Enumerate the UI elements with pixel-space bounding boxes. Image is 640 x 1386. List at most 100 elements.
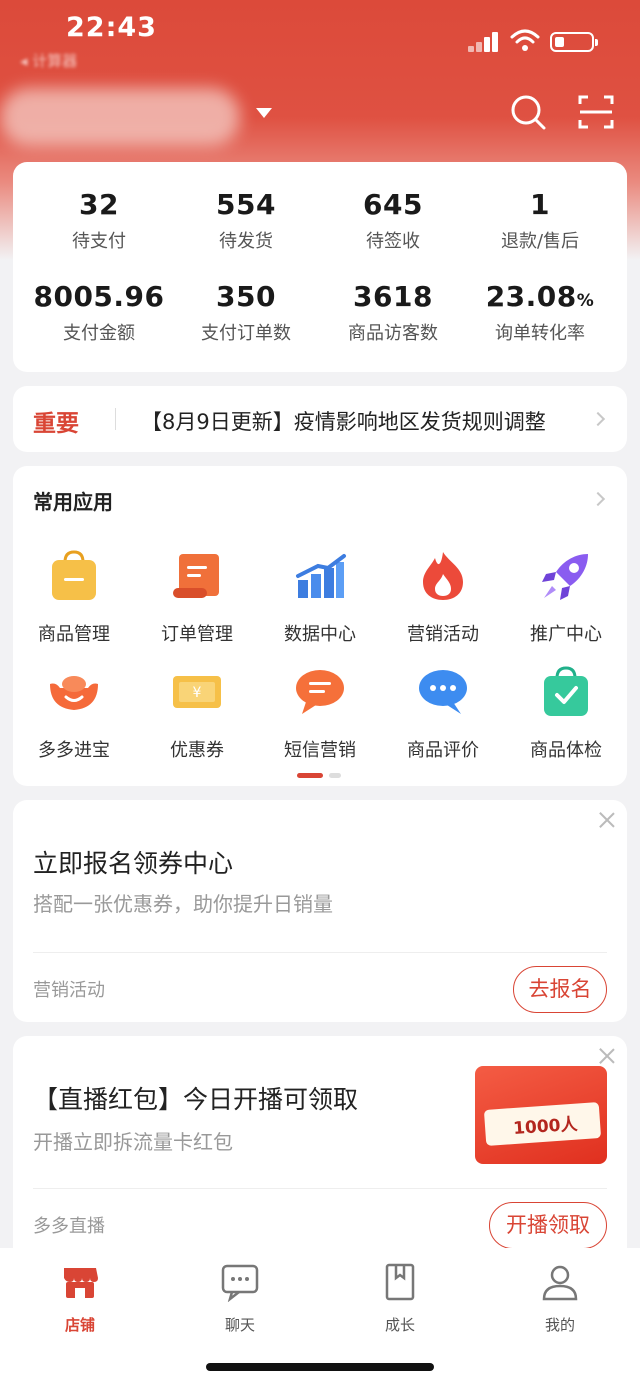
app-duoduo-jinbao[interactable]: 多多进宝 (19, 664, 129, 762)
close-icon[interactable] (599, 812, 615, 828)
promo-tag: 营销活动 (33, 980, 105, 1001)
bar-chart-icon (296, 554, 346, 598)
stat-value: 554 (216, 188, 276, 221)
stat-conversion-rate[interactable]: 23.08% 询单转化率 (463, 280, 617, 345)
app-label: 数据中心 (284, 624, 356, 645)
live-red-packet-card[interactable]: 【直播红包】今日开播可领取 开播立即拆流量卡红包 1000人 多多直播 开播领取 (13, 1036, 627, 1266)
stat-value: 350 (216, 280, 276, 313)
app-label: 多多进宝 (38, 740, 110, 761)
app-label: 商品体检 (530, 740, 602, 761)
chevron-right-icon (590, 411, 606, 427)
app-data-center[interactable]: 数据中心 (265, 548, 375, 646)
app-product-management[interactable]: 商品管理 (19, 548, 129, 646)
flame-icon (423, 552, 463, 600)
stat-label: 支付金额 (63, 323, 135, 344)
scan-icon[interactable] (576, 92, 616, 132)
search-icon[interactable] (508, 92, 548, 132)
app-label: 商品管理 (38, 624, 110, 645)
chat-icon (221, 1264, 259, 1303)
comment-icon (419, 670, 467, 714)
tab-label: 成长 (384, 1316, 415, 1334)
app-label: 推广中心 (530, 624, 602, 645)
stat-visitors[interactable]: 3618 商品访客数 (316, 280, 470, 345)
notice-text: 【8月9日更新】疫情影响地区发货规则调整 (141, 410, 546, 434)
app-label: 优惠券 (170, 740, 224, 761)
page-indicator (297, 773, 347, 792)
stat-label: 支付订单数 (201, 323, 291, 344)
wifi-icon (510, 29, 540, 51)
back-to-app-link[interactable]: ◂ 计算器 (20, 50, 77, 71)
stat-value: 645 (363, 188, 423, 221)
divider (33, 1188, 607, 1189)
promo-tag: 多多直播 (33, 1216, 105, 1237)
apps-title: 常用应用 (33, 490, 113, 514)
stat-value: 1 (530, 188, 550, 221)
stat-value: 8005.96 (33, 280, 165, 313)
scroll-icon (173, 554, 219, 598)
app-order-management[interactable]: 订单管理 (142, 548, 252, 646)
promo-title: 立即报名领券中心 (33, 849, 234, 878)
signup-button[interactable]: 去报名 (513, 966, 607, 1013)
notice-bar[interactable]: 重要 【8月9日更新】疫情影响地区发货规则调整 (13, 386, 627, 452)
app-label: 营销活动 (407, 624, 479, 645)
signal-icon (468, 30, 502, 52)
svg-text:¥: ¥ (193, 685, 202, 701)
stat-pending-receipt[interactable]: 645 待签收 (316, 188, 470, 253)
promo-subtitle: 开播立即拆流量卡红包 (33, 1130, 233, 1154)
dropdown-caret-icon[interactable] (256, 108, 272, 118)
stat-refund[interactable]: 1 退款/售后 (463, 188, 617, 253)
stat-pending-payment[interactable]: 32 待支付 (22, 188, 176, 253)
tab-me[interactable]: 我的 (510, 1262, 610, 1335)
stats-card: 32 待支付 554 待发货 645 待签收 1 退款/售后 8005.96 支付金额 3… (13, 162, 627, 372)
tab-label: 店铺 (64, 1316, 95, 1334)
common-apps-card: 常用应用 商品管理 订单管理 数据中心 营销活动 推广中心 多多进宝 ¥ 优惠券… (13, 466, 627, 786)
tab-chat[interactable]: 聊天 (190, 1262, 290, 1335)
stat-payment-amount[interactable]: 8005.96 支付金额 (22, 280, 176, 345)
app-product-checkup[interactable]: 商品体检 (511, 664, 621, 762)
tab-store[interactable]: 店铺 (30, 1262, 130, 1335)
notice-tag: 重要 (33, 411, 79, 437)
promo-subtitle: 搭配一张优惠券，助你提升日销量 (33, 892, 333, 916)
chevron-right-icon[interactable] (590, 491, 606, 507)
promo-title: 【直播红包】今日开播可领取 (33, 1085, 359, 1114)
stat-value: 3618 (353, 280, 433, 313)
status-time: 22:43 (66, 12, 157, 43)
stat-pending-shipment[interactable]: 554 待发货 (169, 188, 323, 253)
check-bag-icon (544, 666, 588, 716)
rocket-icon (542, 554, 588, 600)
stat-value: 32 (79, 188, 119, 221)
image-text: 1000人 (512, 1114, 579, 1140)
app-coupon[interactable]: ¥ 优惠券 (142, 664, 252, 762)
app-sms-marketing[interactable]: 短信营销 (265, 664, 375, 762)
page-dot-active (297, 773, 323, 778)
stat-paid-orders[interactable]: 350 支付订单数 (169, 280, 323, 345)
red-packet-image: 1000人 (475, 1066, 607, 1164)
ticket-graphic: 1000人 (483, 1102, 602, 1146)
coupon-center-card[interactable]: 立即报名领券中心 搭配一张优惠券，助你提升日销量 营销活动 去报名 (13, 800, 627, 1022)
stat-label: 待支付 (72, 231, 126, 252)
shop-name-blurred[interactable] (0, 88, 240, 146)
app-promotion-center[interactable]: 推广中心 (511, 548, 621, 646)
stat-label: 待签收 (366, 231, 420, 252)
stat-unit: % (576, 291, 595, 311)
stat-label: 商品访客数 (348, 323, 438, 344)
app-label: 订单管理 (161, 624, 233, 645)
page-dot (329, 773, 341, 778)
app-label: 商品评价 (407, 740, 479, 761)
close-icon[interactable] (599, 1048, 615, 1064)
app-label: 短信营销 (284, 740, 356, 761)
shopping-bag-icon (52, 550, 96, 600)
start-live-claim-button[interactable]: 开播领取 (489, 1202, 607, 1249)
message-icon (296, 670, 344, 714)
stat-value: 23.08 (485, 280, 577, 313)
stat-label: 退款/售后 (500, 231, 580, 252)
tab-growth[interactable]: 成长 (350, 1262, 450, 1335)
app-marketing[interactable]: 营销活动 (388, 548, 498, 646)
gold-ingot-icon (50, 676, 98, 710)
coupon-icon: ¥ (173, 676, 221, 708)
stat-label: 待发货 (219, 231, 273, 252)
person-icon (542, 1265, 578, 1301)
app-product-reviews[interactable]: 商品评价 (388, 664, 498, 762)
book-icon (385, 1263, 415, 1301)
battery-icon (550, 32, 598, 52)
